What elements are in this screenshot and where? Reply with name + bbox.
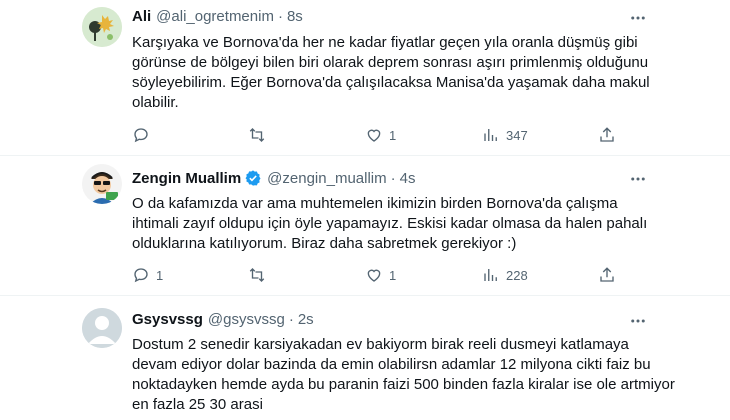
reply-button[interactable] [132,126,156,144]
more-icon[interactable] [628,169,648,189]
tweet-text: O da kafamızda var ama muhtemelen ikimiz… [132,195,648,252]
author-handle[interactable]: @gsysvssg [208,311,285,328]
author-name[interactable]: Ali [132,8,151,25]
views-icon [484,129,497,141]
heart-icon [367,129,381,142]
author-name[interactable]: Gsysvssg [132,311,203,328]
tweet-3[interactable]: Gsysvssg @gsysvssg · 2s Dostum 2 senedir… [0,296,730,420]
action-bar: 1 347 [132,126,622,146]
avatar[interactable] [82,7,122,47]
separator-dot: · [288,311,294,328]
tweet-text: Karşıyaka ve Bornova'da her ne kadar fiy… [132,34,650,111]
views-count: 228 [506,267,528,283]
like-button[interactable]: 1 [365,266,396,284]
like-button[interactable]: 1 [365,126,396,144]
share-icon [600,267,614,282]
author-handle[interactable]: @zengin_muallim [267,170,386,187]
timestamp[interactable]: 2s [298,311,314,328]
reply-button[interactable]: 1 [132,266,163,284]
tweet-1[interactable]: Ali @ali_ogretmenim · 8s Karşıyaka ve Bo… [0,0,730,156]
tweet-header: Zengin Muallim @zengin_muallim · 4s [132,169,415,187]
verified-badge-icon [245,170,261,186]
share-button[interactable] [598,266,616,284]
tweet-2[interactable]: Zengin Muallim @zengin_muallim · 4s O da… [0,156,730,296]
avatar[interactable] [82,308,122,348]
more-icon[interactable] [628,8,648,28]
retweet-icon [249,268,265,282]
views-button[interactable]: 347 [482,126,528,144]
action-bar: 1 1 228 [132,266,622,286]
author-name[interactable]: Zengin Muallim [132,170,241,187]
views-icon [484,269,497,281]
more-icon[interactable] [628,311,648,331]
reply-icon [134,128,148,143]
tweet-header: Gsysvssg @gsysvssg · 2s [132,311,314,328]
timestamp[interactable]: 8s [287,8,303,25]
separator-dot: · [390,169,396,187]
avatar[interactable] [82,164,122,204]
like-count: 1 [389,267,397,283]
separator-dot: · [277,8,283,25]
retweet-icon [249,128,265,142]
views-button[interactable]: 228 [482,266,528,284]
views-count: 347 [506,127,528,143]
author-handle[interactable]: @ali_ogretmenim [156,8,274,25]
tweet-header: Ali @ali_ogretmenim · 8s [132,8,303,25]
reply-count: 1 [156,267,164,283]
share-icon [600,127,614,142]
reply-icon [134,268,148,283]
timestamp[interactable]: 4s [400,170,416,187]
share-button[interactable] [598,126,616,144]
heart-icon [367,269,381,282]
tweet-text: Dostum 2 senedir karsiyakadan ev bakiyor… [132,336,675,413]
retweet-button[interactable] [248,266,272,284]
like-count: 1 [389,127,397,143]
retweet-button[interactable] [248,126,272,144]
